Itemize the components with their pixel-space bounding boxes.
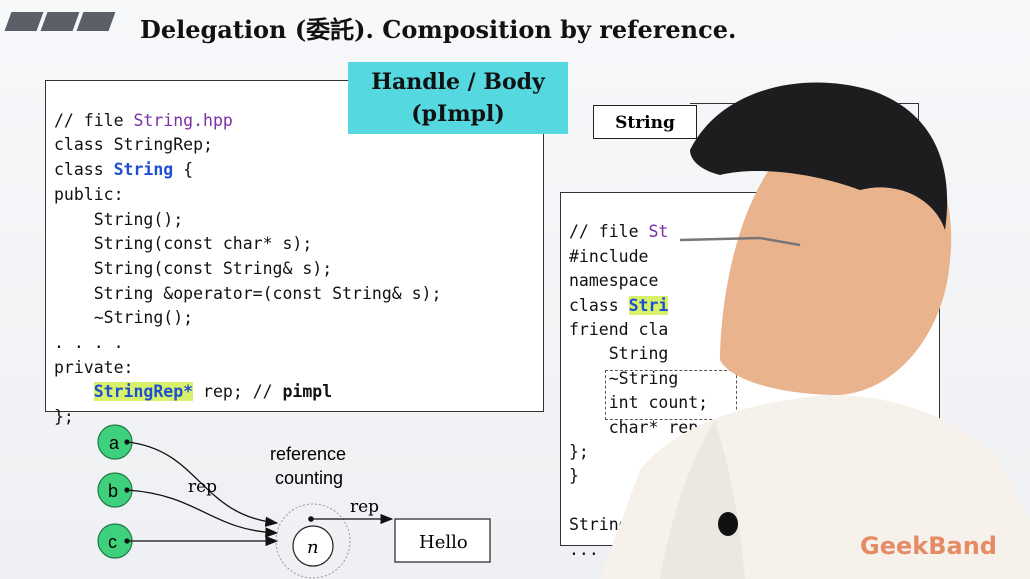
- count-node: n: [275, 503, 351, 579]
- rep-label-1: rep: [188, 477, 217, 497]
- svg-text:c: c: [108, 532, 117, 552]
- object-node-c: c: [97, 523, 133, 559]
- rep-label-2: rep: [350, 497, 379, 517]
- object-node-b: b: [97, 472, 133, 508]
- watermark-logo: GeekBand: [860, 532, 997, 560]
- svg-text:a: a: [109, 433, 120, 453]
- hello-text: Hello: [419, 532, 468, 553]
- svg-text:b: b: [108, 481, 118, 501]
- refcount-label-1: reference: [270, 444, 346, 464]
- refcount-diagram: a b c rep reference counting n rep Hello: [97, 424, 491, 579]
- object-node-a: a: [97, 424, 133, 460]
- refcount-label-2: counting: [275, 468, 343, 488]
- svg-text:n: n: [307, 537, 319, 558]
- slide: Delegation (委託). Composition by referenc…: [0, 0, 1030, 579]
